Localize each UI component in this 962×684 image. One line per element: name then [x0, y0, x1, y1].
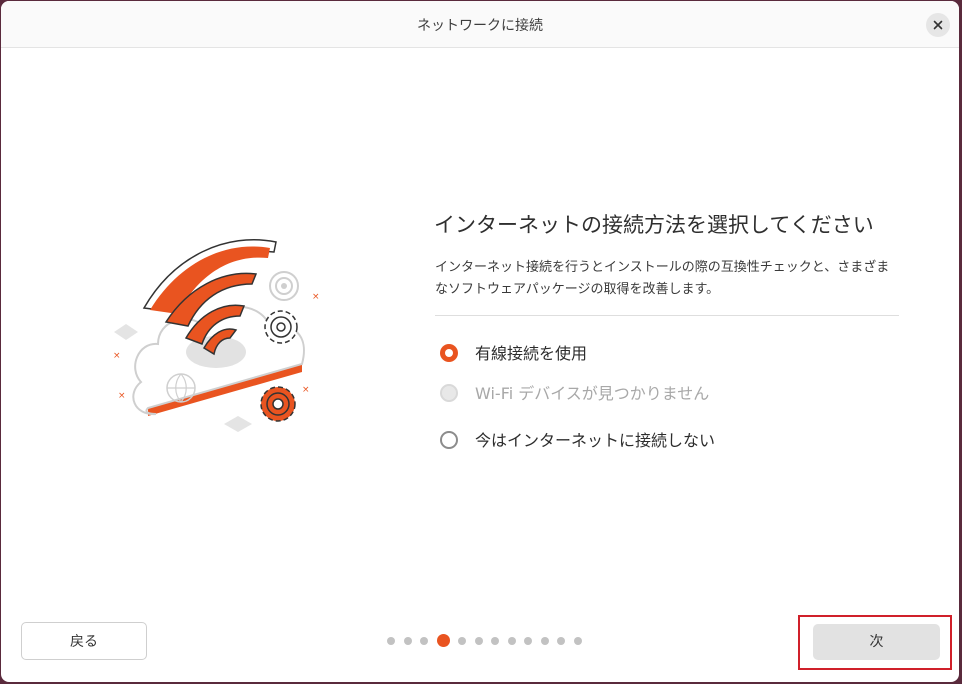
option-label: 今はインターネットに接続しない: [475, 431, 716, 450]
pagination-dot: [507, 637, 516, 645]
pagination-dot: [573, 637, 582, 645]
titlebar: ネットワークに接続: [1, 1, 959, 48]
network-cloud-illustration: × × × ×: [113, 239, 320, 432]
back-button[interactable]: 戻る: [21, 622, 147, 660]
close-icon: [933, 20, 943, 30]
option-label: 有線接続を使用: [475, 344, 588, 363]
svg-text:×: ×: [113, 351, 121, 361]
gear-icon: [264, 310, 298, 344]
pagination-dot-active: [436, 634, 450, 647]
pagination-dot: [420, 637, 428, 645]
radio-button: [440, 384, 458, 402]
pagination-dot: [387, 637, 395, 645]
pagination-dot: [524, 637, 532, 645]
page-heading: インターネットの接続方法を選択してください: [434, 213, 874, 237]
svg-text:×: ×: [312, 292, 320, 302]
radio-button[interactable]: [440, 344, 458, 362]
svg-text:×: ×: [302, 385, 310, 395]
pagination-dot: [458, 637, 466, 645]
svg-text:×: ×: [118, 391, 126, 401]
next-button[interactable]: 次: [813, 624, 940, 660]
close-button[interactable]: [926, 13, 950, 37]
pagination-dot: [403, 637, 412, 645]
pagination-dot: [557, 637, 565, 645]
gear-icon: [260, 386, 296, 422]
page-description: インターネット接続を行うとインストールの際の互換性チェックと、さまざまなソフトウ…: [435, 260, 890, 297]
option-label: Wi-Fi デバイスが見つかりません: [475, 384, 710, 403]
pagination-dot: [491, 637, 499, 645]
pagination-dot: [474, 637, 483, 645]
window-title: ネットワークに接続: [417, 18, 543, 34]
pagination-dot: [540, 637, 549, 645]
radio-button[interactable]: [440, 431, 458, 449]
installer-window: ネットワークに接続 × × × × インターネットの接続方法を選択してください …: [1, 1, 959, 682]
divider: [435, 315, 899, 316]
